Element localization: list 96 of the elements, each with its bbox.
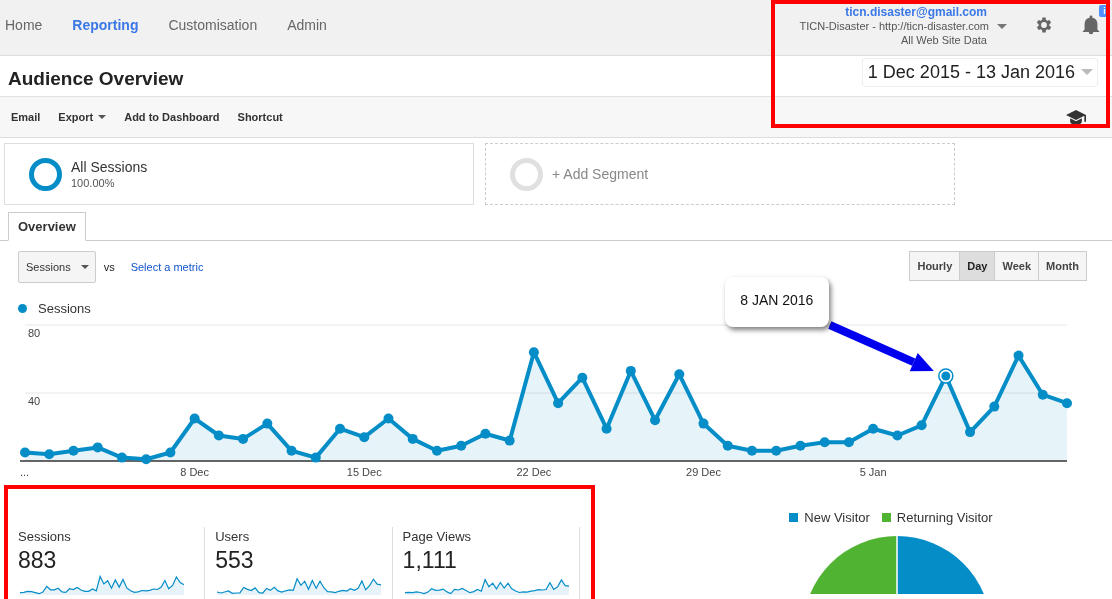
data-point[interactable] (407, 433, 418, 444)
page-title: Audience Overview (8, 68, 184, 90)
legend-dot (18, 303, 27, 313)
granularity-button[interactable]: Day (959, 251, 996, 281)
toolbar-link[interactable]: Add to Dashboard (124, 111, 220, 123)
data-point[interactable] (456, 440, 467, 451)
data-point[interactable] (68, 445, 79, 456)
y-axis-label: 80 (28, 327, 41, 339)
metric-value: 883 (18, 547, 58, 574)
legend-label: Sessions (38, 300, 91, 316)
segment-card[interactable]: All Sessions 100.00% (4, 143, 474, 205)
metric-value: 1,111 (402, 547, 458, 574)
toolbar-link[interactable]: Shortcut (237, 111, 283, 123)
data-point[interactable] (625, 365, 636, 376)
data-point[interactable] (189, 413, 200, 424)
data-point[interactable] (504, 435, 515, 446)
metric-label: Page Views (402, 529, 473, 544)
data-point[interactable] (771, 445, 782, 456)
data-point[interactable] (20, 447, 30, 458)
property-name[interactable]: TICN-Disaster - http://ticn-disaster.com (799, 19, 989, 33)
granularity-button[interactable]: Week (994, 251, 1039, 281)
data-point[interactable] (795, 440, 806, 451)
select-metric-link[interactable]: Select a metric (130, 261, 204, 273)
data-point[interactable] (116, 452, 127, 463)
data-point[interactable] (577, 372, 588, 383)
data-point[interactable] (335, 423, 345, 434)
data-point[interactable] (1013, 350, 1024, 361)
toolbar-link[interactable]: Email (11, 111, 41, 123)
data-point[interactable] (92, 442, 103, 453)
x-axis-label: 22 Dec (516, 466, 552, 478)
data-point[interactable] (868, 423, 879, 434)
data-point[interactable] (722, 440, 733, 451)
metric-label: Users (215, 529, 251, 544)
annotation-callout: 8 JAN 2016 (724, 277, 829, 327)
toolbar-menu[interactable]: Export (58, 111, 107, 123)
highlighted-point[interactable] (938, 368, 954, 384)
data-point[interactable] (431, 445, 442, 456)
data-point[interactable] (843, 437, 854, 448)
metric-label: Sessions (18, 529, 72, 544)
nav-tab[interactable]: Reporting (72, 17, 139, 33)
legend-label: New Visitor (804, 509, 870, 525)
x-axis-label: 8 Dec (180, 466, 209, 478)
caret-icon (98, 115, 107, 119)
metric-value: 553 (215, 547, 255, 574)
data-point[interactable] (44, 449, 55, 460)
data-point[interactable] (480, 428, 491, 439)
data-point[interactable] (238, 433, 249, 444)
view-name: All Web Site Data (901, 33, 987, 47)
segment-ring-icon (29, 157, 62, 191)
add-segment-button[interactable]: + Add Segment (485, 143, 955, 205)
data-point[interactable] (650, 415, 661, 426)
data-point[interactable] (383, 413, 394, 424)
granularity-button[interactable]: Hourly (909, 251, 961, 281)
data-point[interactable] (989, 401, 1000, 412)
x-axis-label: 15 Dec (346, 466, 382, 478)
view-tab[interactable]: Overview (8, 212, 86, 241)
settings-icon[interactable] (1034, 15, 1054, 35)
data-point[interactable] (674, 369, 685, 380)
data-point[interactable] (141, 454, 152, 465)
x-axis-label: 5 Jan (859, 466, 887, 478)
data-point[interactable] (601, 423, 612, 434)
data-point[interactable] (262, 418, 273, 429)
data-point[interactable] (310, 452, 321, 463)
vs-label: vs (103, 261, 115, 273)
data-point[interactable] (213, 430, 224, 441)
nav-tab[interactable]: Admin (287, 17, 327, 33)
add-segment-label: + Add Segment (552, 166, 649, 182)
data-point[interactable] (965, 427, 976, 438)
data-point[interactable] (698, 418, 709, 429)
x-axis-label: ... (20, 466, 30, 478)
legend-label: Returning Visitor (896, 509, 993, 525)
data-point[interactable] (165, 447, 176, 458)
data-point[interactable] (1037, 389, 1048, 400)
segment-share: 100.00% (71, 177, 116, 189)
nav-tab[interactable]: Home (5, 17, 43, 33)
graduation-cap-icon[interactable] (1066, 109, 1086, 125)
granularity-button[interactable]: Month (1038, 251, 1087, 281)
data-point[interactable] (553, 398, 564, 409)
data-point[interactable] (359, 432, 370, 443)
data-point[interactable] (892, 430, 903, 441)
data-point[interactable] (1062, 398, 1072, 409)
y-axis-label: 40 (28, 395, 41, 407)
metric-dropdown[interactable]: Sessions (18, 251, 96, 283)
caret-icon[interactable] (997, 23, 1007, 29)
x-axis-label: 29 Dec (686, 466, 721, 478)
notification-bell-icon[interactable] (1080, 14, 1102, 36)
data-point[interactable] (286, 445, 297, 456)
nav-tab[interactable]: Customisation (168, 17, 258, 33)
segment-name: All Sessions (71, 159, 148, 175)
account-email[interactable]: ticn.disaster@gmail.com (845, 5, 987, 19)
data-point[interactable] (747, 445, 757, 456)
data-point[interactable] (819, 437, 830, 448)
date-range-picker[interactable]: 1 Dec 2015 - 13 Jan 2016 (861, 57, 1098, 87)
data-point[interactable] (916, 420, 927, 431)
segment-ring-icon (510, 157, 543, 191)
data-point[interactable] (528, 347, 539, 358)
